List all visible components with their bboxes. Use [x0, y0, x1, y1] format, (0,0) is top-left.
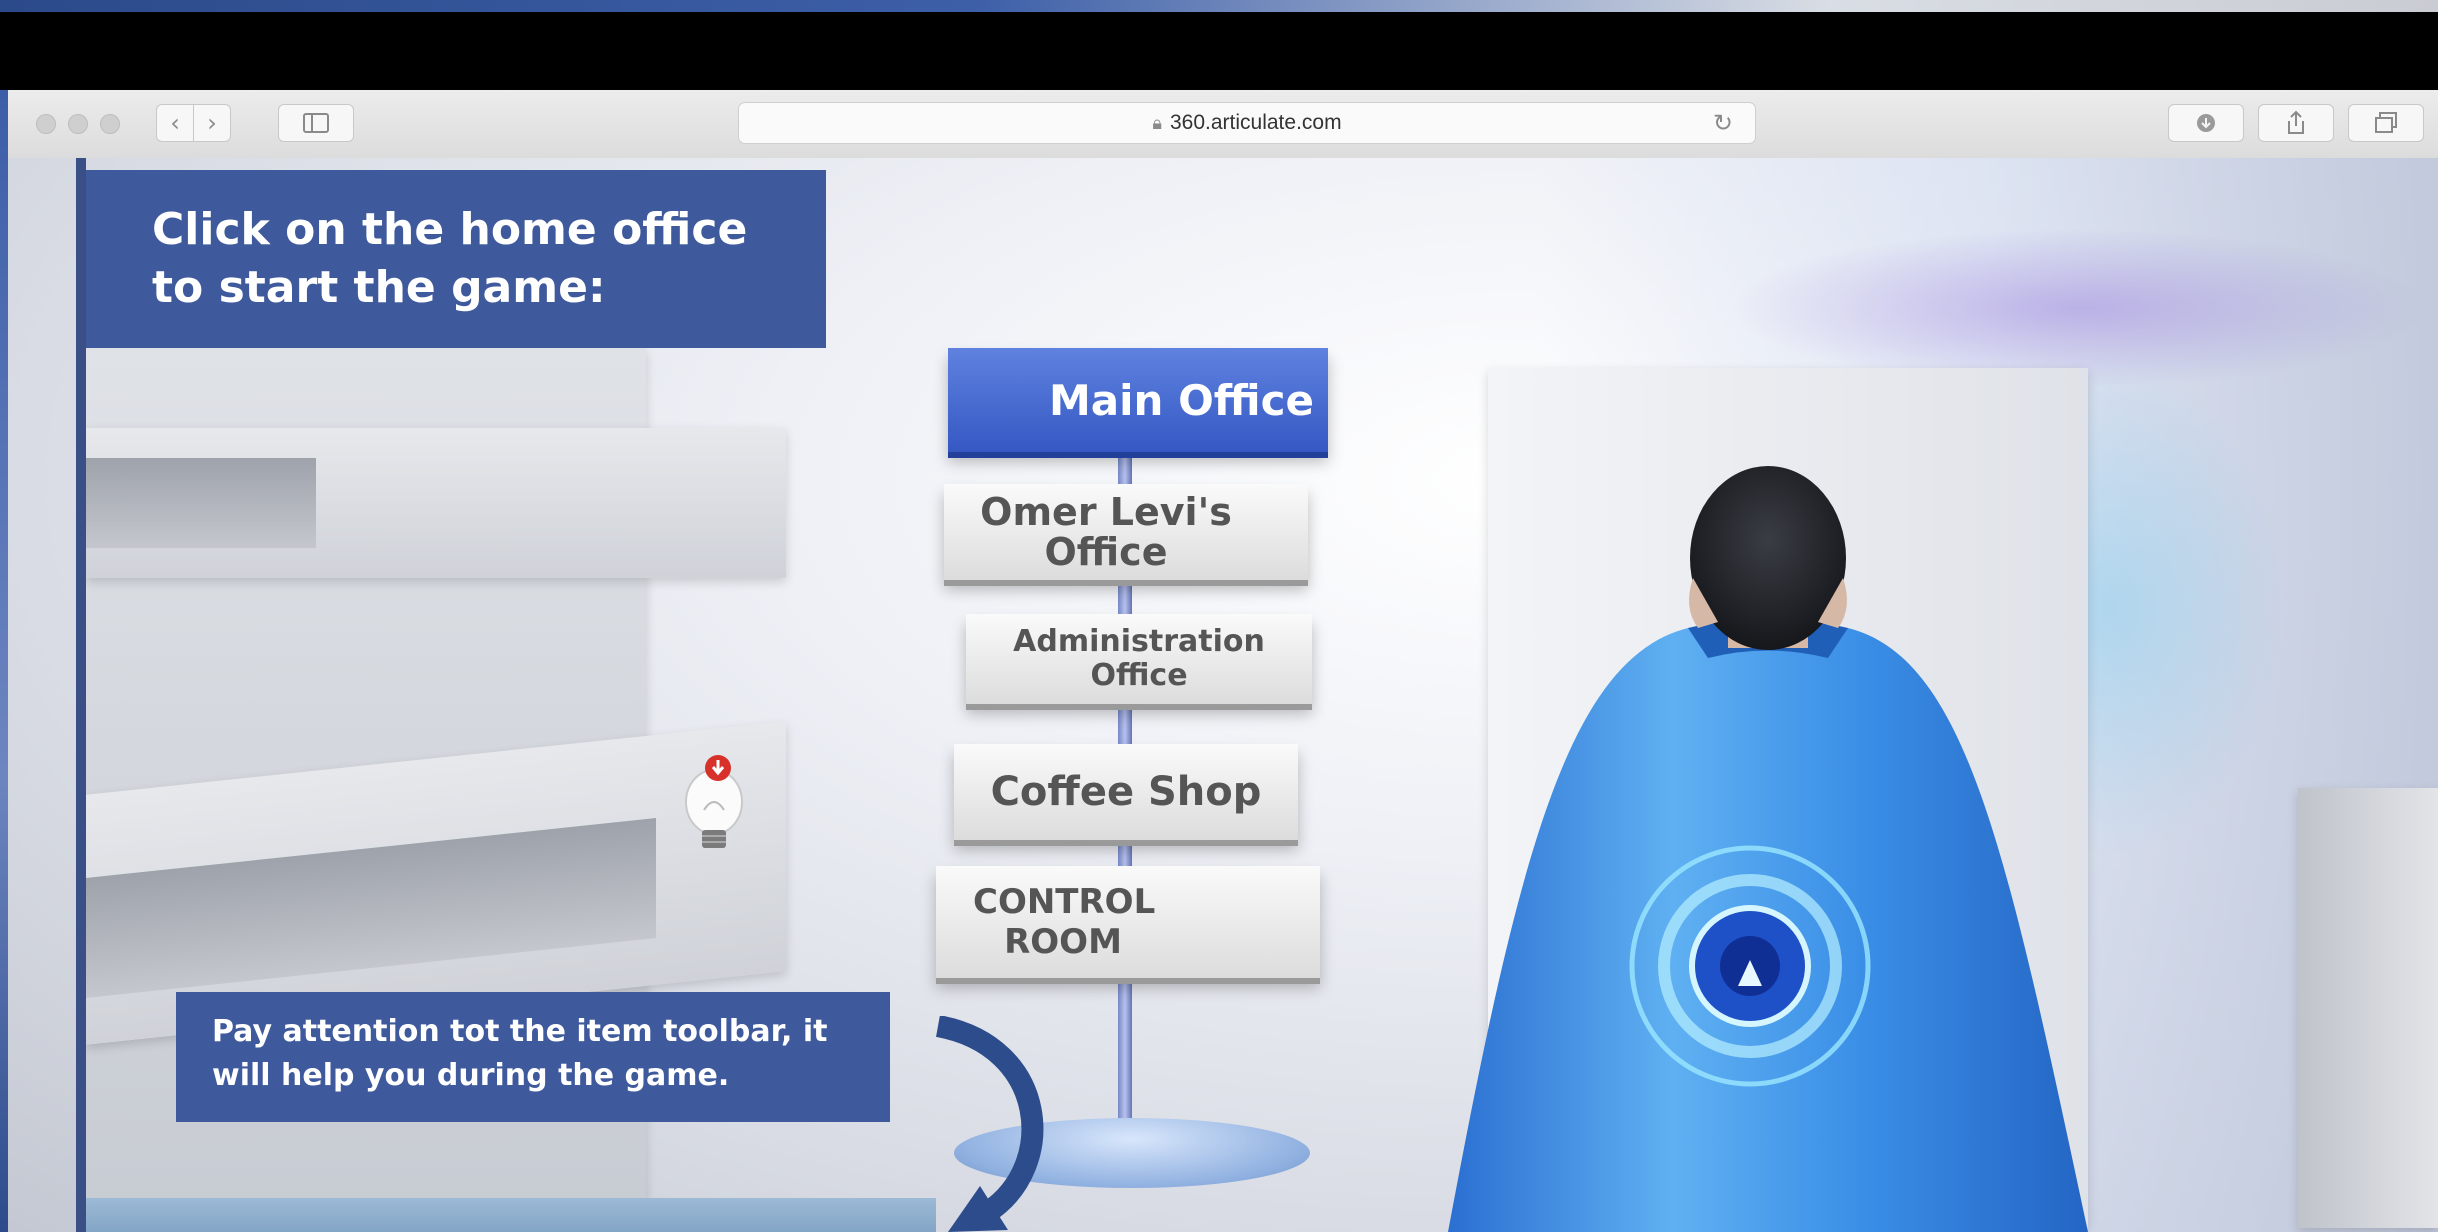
zoom-window-button[interactable]: [100, 114, 120, 134]
item-toolbar[interactable]: [86, 1198, 936, 1232]
address-url: 360.articulate.com: [1169, 111, 1342, 134]
browser-toolbar: ‹ › 🔒︎ 360.articulate.com ↻: [8, 90, 2438, 159]
address-bar[interactable]: 🔒︎ 360.articulate.com ↻: [738, 102, 1756, 144]
toolbar-tip-text: Pay attention tot the item toolbar, it w…: [212, 1014, 828, 1093]
chevron-left-icon: ‹: [170, 109, 180, 137]
download-icon: [2197, 114, 2215, 132]
right-doorway: [2298, 788, 2438, 1228]
instruction-text: Click on the home office to start the ga…: [152, 204, 748, 313]
minimize-window-button[interactable]: [68, 114, 88, 134]
sign-coffee-shop[interactable]: Coffee Shop: [954, 744, 1298, 840]
browser-window: ‹ › 🔒︎ 360.articulate.com ↻ Click on the…: [8, 90, 2438, 1232]
lock-icon: 🔒︎: [1152, 112, 1162, 133]
desktop-left-edge: [0, 90, 8, 1232]
sign-administration-office-label: Administration Office: [1013, 624, 1265, 693]
stage-left-bar: [76, 158, 86, 1232]
sign-coffee-shop-label: Coffee Shop: [990, 769, 1262, 815]
share-button[interactable]: [2258, 104, 2334, 142]
game-stage: Click on the home office to start the ga…: [8, 158, 2438, 1232]
back-button[interactable]: ‹: [156, 104, 194, 142]
sign-control-room[interactable]: CONTROL ROOM: [936, 866, 1320, 978]
hero-character: [1448, 466, 2088, 1232]
sign-administration-office[interactable]: Administration Office: [966, 614, 1312, 704]
toolbar-tip-panel: Pay attention tot the item toolbar, it w…: [176, 992, 890, 1122]
instruction-panel: Click on the home office to start the ga…: [86, 170, 826, 348]
sidebar-icon: [303, 113, 329, 133]
sign-omer-levis-office[interactable]: Omer Levi's Office: [944, 484, 1308, 580]
curved-arrow-icon: [935, 1016, 1044, 1232]
sign-omer-levis-office-label: Omer Levi's Office: [980, 490, 1232, 574]
sign-main-office[interactable]: Main Office: [948, 348, 1328, 452]
tabs-icon: [2375, 112, 2397, 133]
share-icon: [2288, 110, 2304, 134]
shelf-top-recess: [86, 458, 316, 548]
tabs-button[interactable]: [2348, 104, 2424, 142]
sidebar-button[interactable]: [278, 104, 354, 142]
lightbulb-hint-icon[interactable]: [680, 754, 750, 854]
chevron-right-icon: ›: [207, 109, 217, 137]
sign-main-office-label: Main Office: [1049, 375, 1314, 425]
reload-icon[interactable]: ↻: [1713, 109, 1733, 138]
sign-control-room-label: CONTROL ROOM: [973, 882, 1156, 962]
downloads-button[interactable]: [2168, 104, 2244, 142]
close-window-button[interactable]: [36, 114, 56, 134]
screen-black-band: [0, 12, 2438, 90]
desktop-top-strip: [0, 0, 2438, 12]
forward-button[interactable]: ›: [193, 104, 231, 142]
